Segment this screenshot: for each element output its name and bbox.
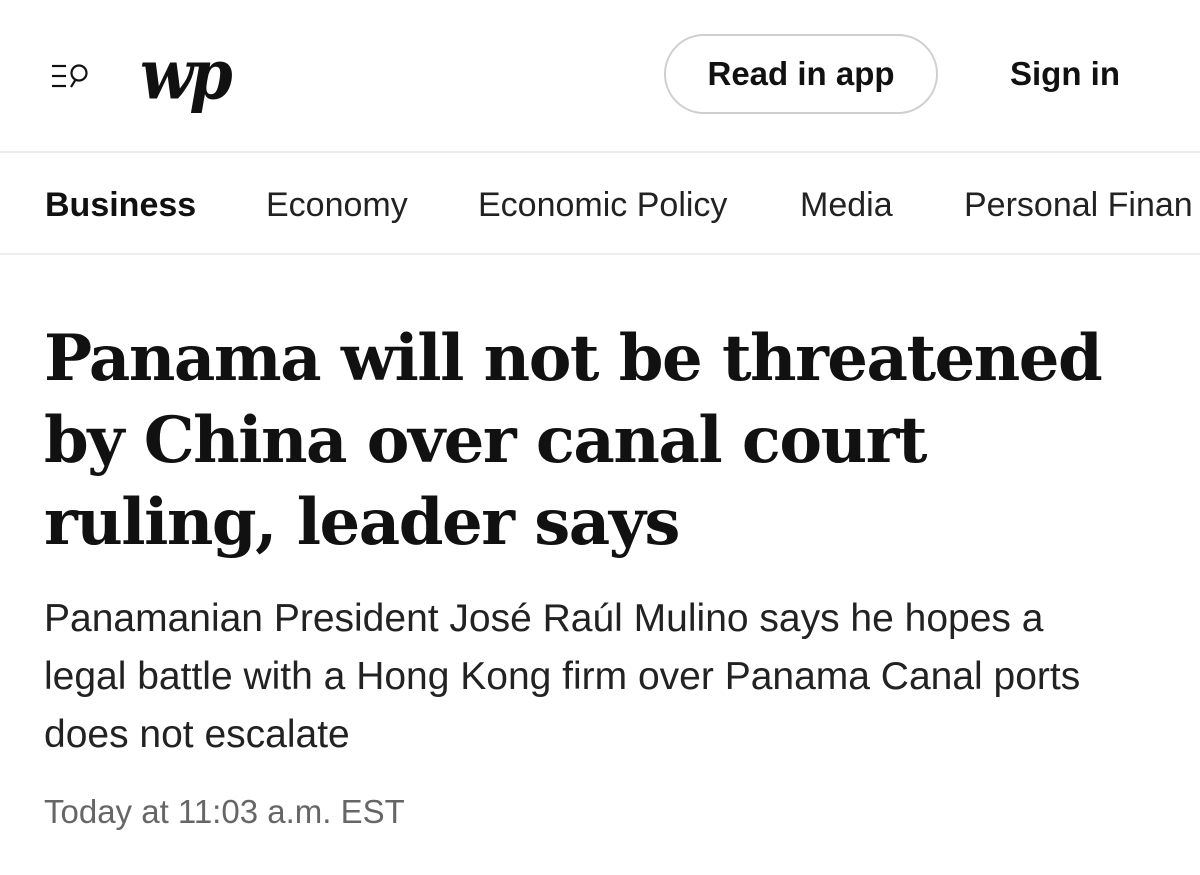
article-dek: Panamanian President José Raúl Mulino sa… (44, 597, 1081, 756)
sign-in-button[interactable]: Sign in (990, 34, 1140, 114)
article-timestamp: Today at 11:03 a.m. EST (44, 793, 405, 830)
nav-item-business[interactable]: Business (45, 185, 196, 225)
nav-item-media[interactable]: Media (800, 185, 893, 225)
nav-item-economic-policy[interactable]: Economic Policy (478, 185, 727, 225)
site-header: wp Read in app Sign in (0, 0, 1200, 153)
read-in-app-button[interactable]: Read in app (664, 34, 938, 114)
section-nav: Business Economy Economic Policy Media P… (0, 153, 1200, 255)
nav-item-personal-finance[interactable]: Personal Finan (964, 185, 1193, 225)
article-headline: Panama will not be threatened by China o… (44, 321, 1103, 560)
masthead-logo[interactable]: wp (140, 30, 233, 120)
nav-item-economy[interactable]: Economy (266, 185, 408, 225)
menu-search-icon[interactable] (50, 60, 94, 94)
